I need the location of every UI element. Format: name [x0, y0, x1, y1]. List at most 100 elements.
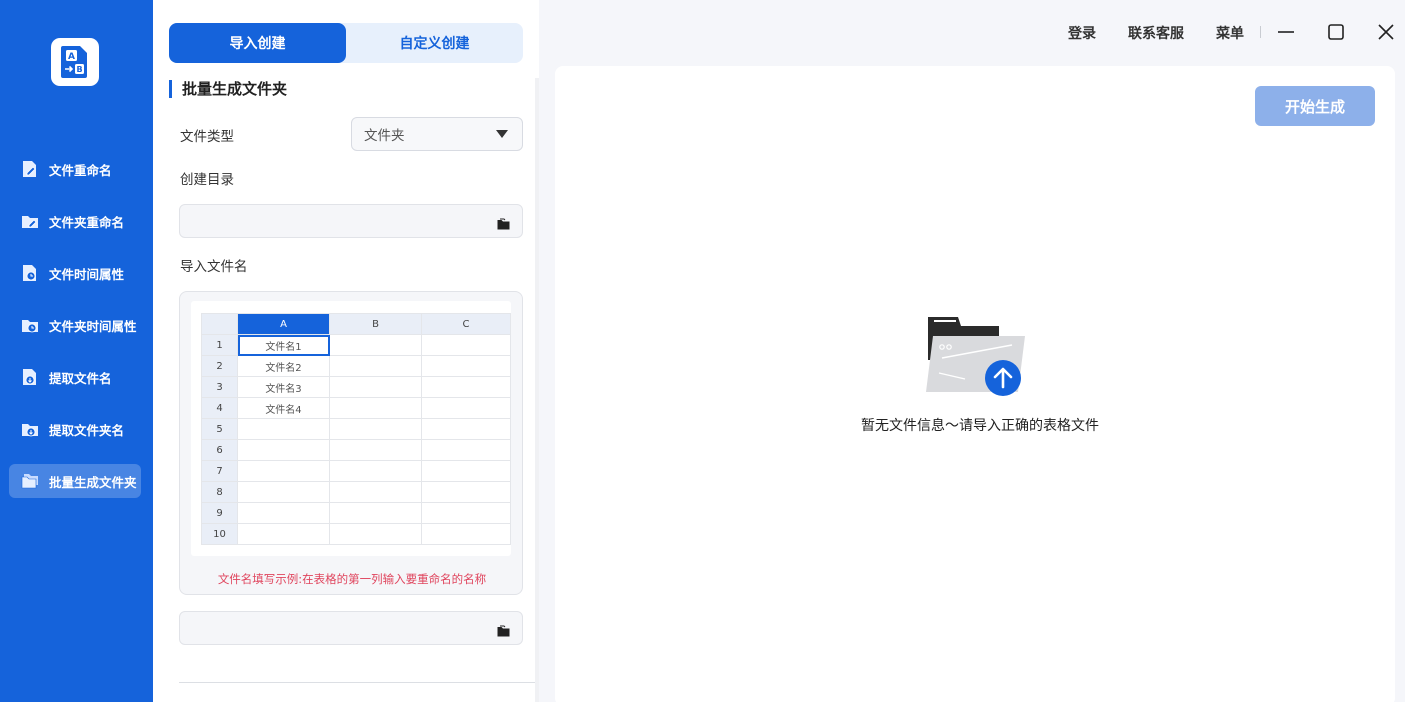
- sidebar-item-label: 文件夹重命名: [49, 214, 125, 230]
- table-cell: [329, 460, 422, 482]
- row-header: 4: [201, 397, 238, 419]
- table-cell: [237, 502, 330, 524]
- login-link[interactable]: 登录: [1068, 23, 1096, 43]
- settings-panel: 导入创建 自定义创建 批量生成文件夹 文件类型 文件夹 创建目录 导入文件名 A…: [153, 0, 539, 702]
- table-row: 3 文件名3: [201, 376, 511, 398]
- create-dir-input[interactable]: [179, 204, 523, 238]
- table-row: 4 文件名4: [201, 397, 511, 419]
- minimize-button[interactable]: [1274, 20, 1298, 44]
- table-cell: [237, 523, 330, 545]
- sidebar-item-extract-file[interactable]: 提取文件名: [9, 360, 141, 394]
- tab-import-create[interactable]: 导入创建: [169, 23, 346, 63]
- table-cell: 文件名1: [237, 334, 330, 356]
- sidebar-item-label: 批量生成文件夹: [49, 474, 137, 490]
- table-row: 1 文件名1: [201, 334, 511, 356]
- table-cell: [421, 523, 511, 545]
- table-cell: [421, 460, 511, 482]
- spreadsheet-example: A B C 1 文件名1 2 文件名2 3 文件名3 4 文件名4 5 6 7 8 9 …: [191, 301, 511, 556]
- sidebar-item-label: 文件夹时间属性: [49, 318, 137, 334]
- table-row: 5: [201, 418, 511, 440]
- sidebar-item-label: 提取文件夹名: [49, 422, 125, 438]
- sidebar-item-label: 文件重命名: [49, 162, 112, 178]
- table-cell: [237, 418, 330, 440]
- table-cell: [329, 334, 422, 356]
- table-cell: 文件名2: [237, 355, 330, 377]
- folder-icon[interactable]: [497, 215, 510, 234]
- table-cell: [421, 376, 511, 398]
- corner-cell: [201, 313, 238, 335]
- maximize-button[interactable]: [1324, 20, 1348, 44]
- sidebar-item-label: 文件时间属性: [49, 266, 125, 282]
- table-cell: [329, 481, 422, 503]
- table-cell: [329, 502, 422, 524]
- create-dir-label: 创建目录: [180, 172, 234, 188]
- close-icon: [1378, 24, 1394, 40]
- scrollbar[interactable]: [535, 78, 539, 702]
- sidebar-item-folder-rename[interactable]: 文件夹重命名: [9, 204, 141, 238]
- import-file-input[interactable]: [179, 611, 523, 645]
- example-hint: 文件名填写示例:在表格的第一列输入要重命名的名称: [217, 572, 487, 586]
- column-header: C: [421, 313, 511, 335]
- table-cell: [237, 460, 330, 482]
- support-link[interactable]: 联系客服: [1128, 23, 1184, 43]
- row-header: 10: [201, 523, 238, 545]
- table-row: 8: [201, 481, 511, 503]
- menu-link[interactable]: 菜单: [1216, 23, 1244, 43]
- close-button[interactable]: [1374, 20, 1398, 44]
- table-cell: [421, 355, 511, 377]
- file-type-select[interactable]: 文件夹: [351, 117, 523, 151]
- table-cell: 文件名4: [237, 397, 330, 419]
- sidebar-item-folder-time[interactable]: 文件夹时间属性: [9, 308, 141, 342]
- folder-icon[interactable]: [497, 622, 510, 641]
- mode-tabs: 导入创建 自定义创建: [169, 23, 523, 63]
- file-type-label: 文件类型: [180, 129, 234, 145]
- table-cell: 文件名3: [237, 376, 330, 398]
- sidebar-item-extract-folder[interactable]: 提取文件夹名: [9, 412, 141, 446]
- table-row: 2 文件名2: [201, 355, 511, 377]
- sidebar-item-label: 提取文件名: [49, 370, 112, 386]
- table-cell: [329, 397, 422, 419]
- table-row: 10: [201, 523, 511, 545]
- row-header: 5: [201, 418, 238, 440]
- divider: [179, 682, 535, 683]
- sidebar-item-batch-folders[interactable]: 批量生成文件夹: [9, 464, 141, 498]
- svg-text:B: B: [76, 65, 82, 74]
- file-clock-icon: [21, 264, 39, 282]
- column-header: B: [329, 313, 422, 335]
- sidebar-item-file-time[interactable]: 文件时间属性: [9, 256, 141, 290]
- app-logo: A B: [51, 38, 99, 86]
- row-header: 7: [201, 460, 238, 482]
- example-box[interactable]: A B C 1 文件名1 2 文件名2 3 文件名3 4 文件名4 5 6 7 8 9 …: [179, 291, 523, 595]
- row-header: 6: [201, 439, 238, 461]
- maximize-icon: [1328, 24, 1344, 40]
- empty-message: 暂无文件信息～请导入正确的表格文件: [861, 418, 1099, 434]
- table-cell: [237, 439, 330, 461]
- row-header: 2: [201, 355, 238, 377]
- folder-extract-icon: [21, 420, 39, 438]
- minimize-icon: [1278, 31, 1294, 33]
- table-cell: [237, 481, 330, 503]
- topbar-separator: [1260, 26, 1261, 38]
- row-header: 8: [201, 481, 238, 503]
- folder-clock-icon: [21, 316, 39, 334]
- row-header: 1: [201, 334, 238, 356]
- sidebar: A B 文件重命名 文件夹重命名 文件时间属性 文件夹时间属性 提取文件名 提取…: [0, 0, 153, 702]
- folder-edit-icon: [21, 212, 39, 230]
- svg-text:A: A: [68, 52, 75, 62]
- table-row: 6: [201, 439, 511, 461]
- table-cell: [329, 376, 422, 398]
- column-header: A: [237, 313, 330, 335]
- spreadsheet-grid: A B C 1 文件名1 2 文件名2 3 文件名3 4 文件名4 5 6 7 8 9 …: [201, 313, 511, 545]
- empty-state-illustration: [925, 316, 1027, 402]
- folders-icon: [21, 472, 39, 490]
- import-label: 导入文件名: [180, 259, 248, 275]
- table-row: 9: [201, 502, 511, 524]
- sidebar-item-file-rename[interactable]: 文件重命名: [9, 152, 141, 186]
- file-extract-icon: [21, 368, 39, 386]
- sidebar-nav: 文件重命名 文件夹重命名 文件时间属性 文件夹时间属性 提取文件名 提取文件夹名…: [9, 152, 141, 516]
- file-edit-icon: [21, 160, 39, 178]
- start-generate-button[interactable]: 开始生成: [1255, 86, 1375, 126]
- tab-custom-create[interactable]: 自定义创建: [346, 23, 523, 63]
- table-cell: [329, 418, 422, 440]
- table-cell: [421, 334, 511, 356]
